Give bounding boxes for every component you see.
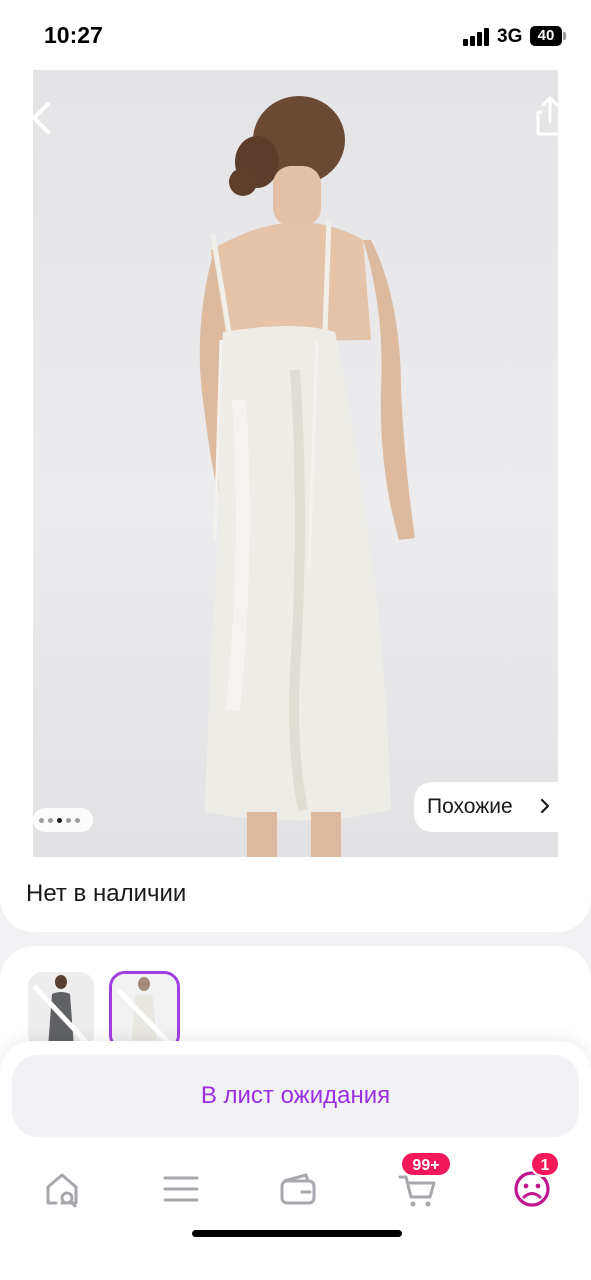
- network-type: 3G: [497, 26, 523, 47]
- variant-thumbnail-white[interactable]: [109, 971, 180, 1051]
- nav-item-profile[interactable]: 1: [504, 1151, 560, 1213]
- bottom-navigation: 99+ 1: [0, 1151, 591, 1223]
- nav-item-wallet[interactable]: [270, 1153, 326, 1213]
- chevron-left-icon: [32, 102, 50, 134]
- bottom-action-sheet: В лист ожидания 99+ 1: [0, 1041, 591, 1280]
- share-button[interactable]: [530, 94, 570, 138]
- product-photo[interactable]: [33, 70, 558, 857]
- cart-count-badge: 99+: [400, 1151, 452, 1177]
- add-to-waitlist-button[interactable]: В лист ожидания: [12, 1055, 579, 1137]
- variant-image-icon: [112, 974, 177, 1048]
- dress-model-illustration: [199, 96, 415, 857]
- nav-item-catalog[interactable]: [153, 1153, 209, 1213]
- variant-thumbnail-grey[interactable]: [28, 972, 94, 1048]
- nav-item-home[interactable]: [34, 1153, 90, 1213]
- wallet-icon: [280, 1173, 316, 1205]
- catalog-menu-icon: [163, 1176, 199, 1202]
- variant-image-icon: [28, 972, 94, 1048]
- back-button[interactable]: [22, 98, 62, 138]
- product-hero-card: Похожие Нет в наличии: [0, 70, 591, 932]
- signal-strength-icon: [463, 28, 491, 46]
- similar-products-label: Похожие: [427, 795, 513, 818]
- gallery-pagination: [33, 808, 93, 832]
- battery-level: 40: [530, 26, 562, 46]
- status-time: 10:27: [44, 22, 103, 48]
- home-search-icon: [46, 1173, 78, 1208]
- similar-products-button[interactable]: Похожие: [414, 782, 560, 832]
- chevron-right-icon: [540, 798, 550, 814]
- nav-item-cart[interactable]: 99+: [390, 1151, 452, 1213]
- battery-icon: 40: [530, 26, 566, 46]
- stock-status: Нет в наличии: [26, 880, 187, 907]
- profile-notification-badge: 1: [530, 1151, 560, 1177]
- home-indicator: [192, 1230, 402, 1237]
- share-icon: [536, 96, 564, 136]
- status-bar: 10:27 3G 40: [0, 0, 591, 70]
